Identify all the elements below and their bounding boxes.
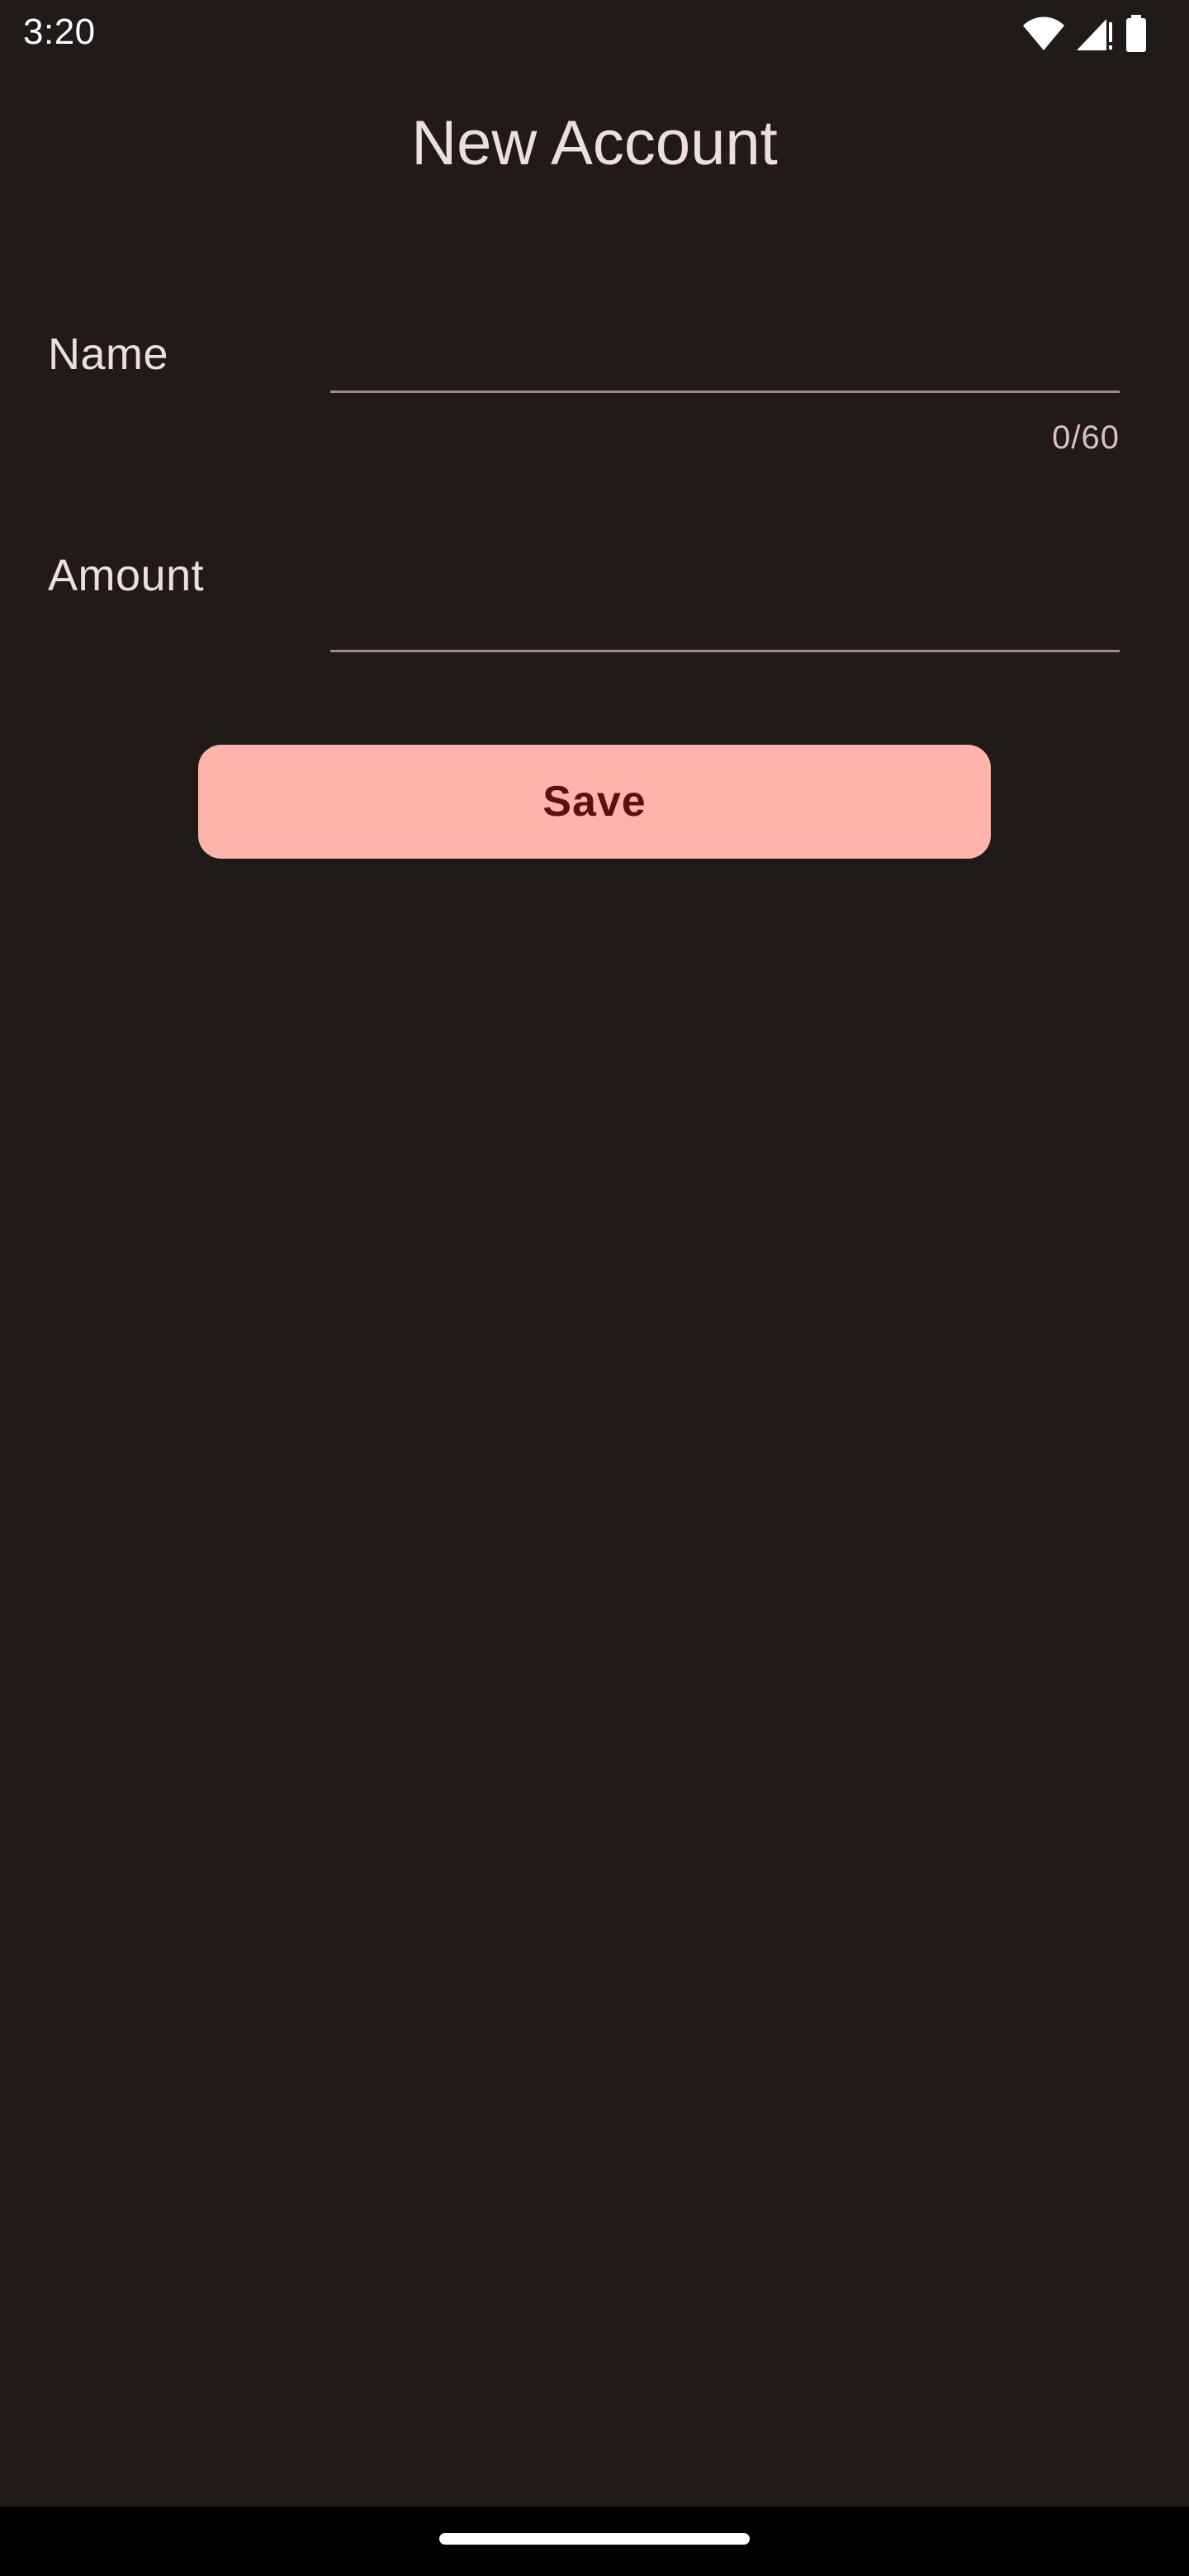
wifi-icon [1022,16,1065,52]
amount-label: Amount [48,551,205,600]
cellular-signal-icon [1075,16,1115,52]
navigation-bar [0,2507,1189,2576]
name-input[interactable] [330,319,1120,393]
status-time: 3:20 [23,12,96,52]
battery-icon [1125,15,1148,53]
status-bar: 3:20 [0,0,1189,69]
save-button[interactable]: Save [198,745,991,859]
name-label: Name [48,329,169,379]
home-indicator[interactable] [439,2533,750,2545]
name-character-counter: 0/60 [1052,419,1120,456]
page-title: New Account [411,108,778,178]
amount-input[interactable] [330,578,1120,652]
status-icons [1022,15,1148,53]
